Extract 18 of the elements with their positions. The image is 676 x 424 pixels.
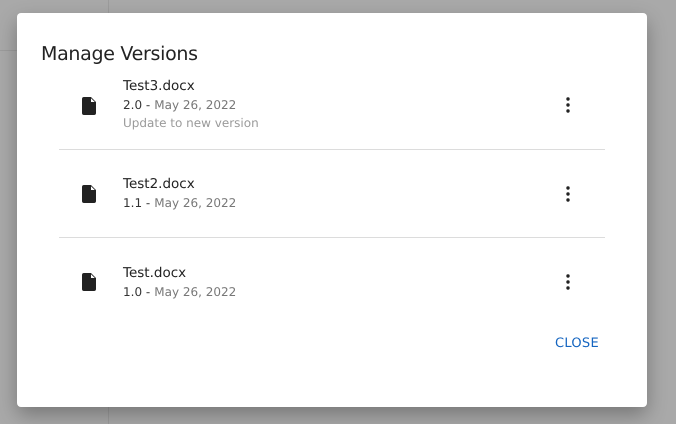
close-button[interactable]: CLOSE	[542, 332, 611, 355]
version-note: Update to new version	[123, 115, 260, 132]
version-number: 1.0 -	[123, 284, 150, 298]
version-number: 2.0 -	[123, 98, 150, 112]
more-vertical-icon	[566, 186, 570, 202]
version-number: 1.1 -	[123, 196, 150, 210]
more-vertical-icon	[566, 97, 570, 113]
file-icon	[82, 184, 96, 202]
file-icon	[82, 273, 96, 291]
file-name: Test3.docx	[123, 77, 196, 96]
version-date: May 26, 2022	[154, 284, 236, 298]
file-name: Test2.docx	[123, 175, 196, 194]
dialog-title: Manage Versions	[41, 43, 199, 65]
more-vertical-icon	[566, 274, 570, 290]
file-icon	[82, 97, 96, 115]
version-date: May 26, 2022	[154, 196, 236, 210]
file-name: Test.docx	[123, 264, 188, 282]
version-date: May 26, 2022	[154, 98, 236, 112]
